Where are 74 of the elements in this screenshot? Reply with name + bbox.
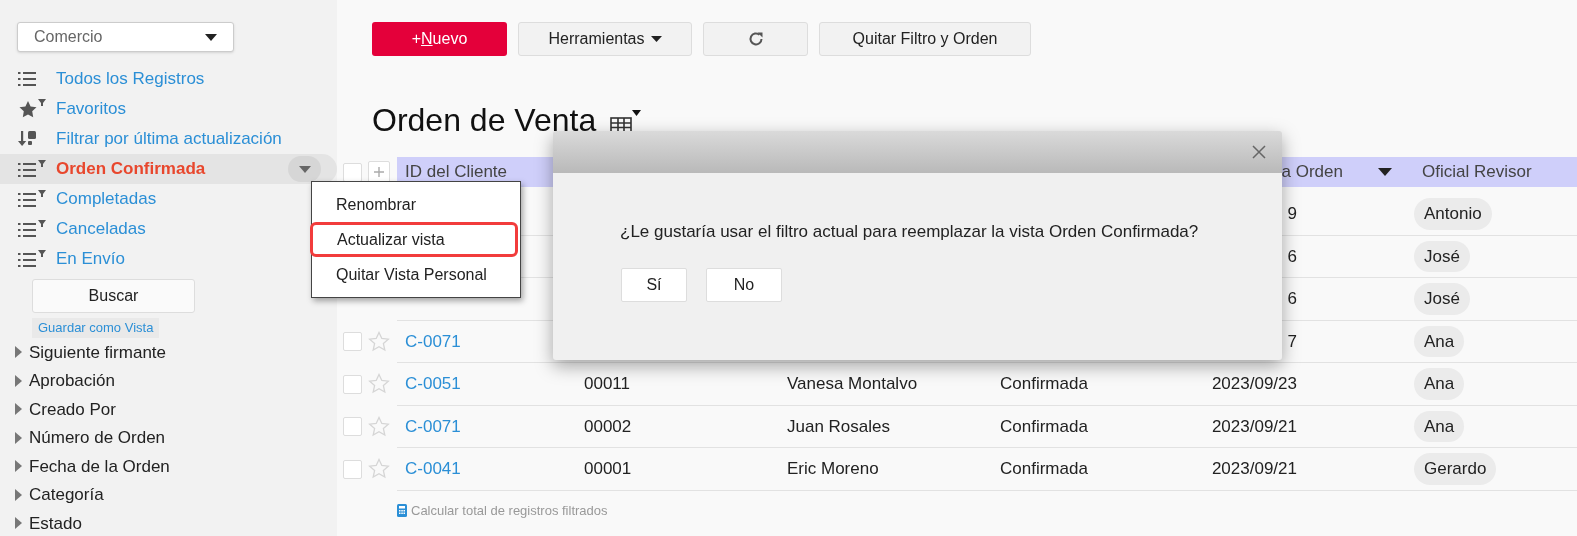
filter-group[interactable]: Aprobación [0,366,337,395]
checkbox[interactable] [343,332,362,352]
list-filter-icon [18,220,48,238]
caret-icon [298,165,311,173]
filter-group[interactable]: Número de Orden [0,423,337,452]
table-cell-text: 2023/09/21 [1210,415,1297,438]
table-cell-text: 7 [1286,330,1297,353]
filter-group[interactable]: Estado [0,509,337,536]
triangle-icon [15,488,23,501]
view-options-button[interactable] [288,156,321,182]
table-cell-text: Confirmada [1000,415,1088,438]
user-chip: José [1414,240,1470,272]
plus-icon [374,167,384,177]
triangle-icon [15,403,23,416]
sort-caret-icon [1378,168,1392,176]
search-button[interactable]: Buscar [32,279,195,313]
dialog-message: ¿Le gustaría usar el filtro actual para reemplazar la vista Orden Confirmada? [619,221,1200,243]
list-filter-icon [18,160,48,178]
list-icon [18,71,38,87]
checkbox[interactable] [343,162,362,182]
table-cell-text: 9 [1286,203,1297,225]
star-icon [18,99,48,119]
app-selector[interactable]: Comercio [17,22,234,52]
list-filter-icon [18,250,48,268]
triangle-icon [15,346,23,359]
user-chip: Antonio [1414,198,1492,230]
menu-item[interactable]: Actualizar vista [310,222,518,257]
triangle-icon [15,460,23,473]
user-chip: Ana [1414,410,1465,442]
checkbox[interactable] [343,374,362,394]
table-cell-text: Confirmada [1000,373,1088,395]
triangle-icon [15,431,23,444]
column-header[interactable]: Oficial Revisor [1410,157,1577,187]
yes-button[interactable]: Sí [621,267,687,302]
table-cell-text: 6 [1286,288,1297,310]
user-chip: Gerardo [1414,453,1497,485]
caret-icon [650,36,662,42]
caret-icon [205,33,217,41]
triangle-icon [15,374,23,387]
star-icon [368,330,390,353]
filter-group[interactable]: Fecha de la Orden [0,452,337,481]
table-cell-text: Juan Rosales [787,415,890,438]
filter-group[interactable]: Siguiente firmante [0,338,337,367]
calculator-icon [397,503,407,517]
list-filter-icon [18,190,48,208]
table-cell-text: Vanesa Montalvo [787,373,918,395]
filter-group[interactable]: Creado Por [0,395,337,424]
table-cell-text: Eric Moreno [787,458,879,480]
star-icon [368,373,390,396]
checkbox[interactable] [343,459,362,479]
no-button[interactable]: No [706,267,782,302]
user-chip: Ana [1414,325,1465,357]
table-cell-text: 2023/09/21 [1210,458,1297,480]
close-button[interactable] [1252,145,1266,159]
table-view-icon [610,110,643,134]
table-cell-text: Confirmada [1000,458,1088,480]
star-icon [368,458,390,481]
user-chip: Ana [1414,368,1465,400]
clear-filter-button[interactable]: Quitar Filtro y Orden [819,22,1031,56]
tools-button[interactable]: Herramientas [518,22,692,56]
new-button[interactable]: +Nuevo [372,22,507,56]
page-title: Orden de Venta [372,101,597,140]
triangle-icon [15,517,23,530]
refresh-button[interactable] [703,22,808,56]
filter-group[interactable]: Categoría [0,480,337,509]
table-cell-text: 2023/09/23 [1210,373,1297,395]
checkbox[interactable] [343,417,362,437]
table-cell-text: 6 [1286,245,1297,268]
star-icon [368,415,390,438]
user-chip: José [1414,283,1470,315]
table-cell-text: 00011 [584,373,630,395]
table-cell-text: 00001 [584,458,632,480]
add-column-button[interactable] [368,161,390,183]
table-cell-text: 00002 [584,415,632,438]
